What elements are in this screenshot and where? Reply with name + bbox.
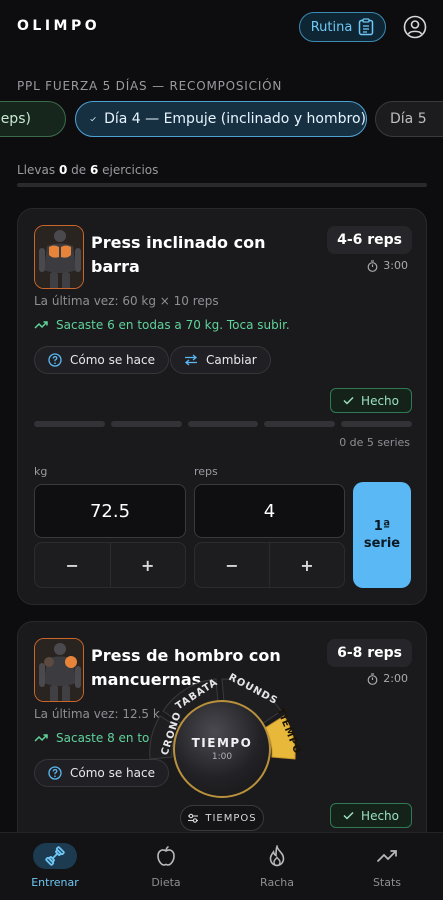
progress-middle: de — [71, 163, 87, 177]
program-title: PPL FUERZA 5 DÍAS — RECOMPOSICIÓN — [17, 79, 283, 93]
timers-menu-button[interactable]: TIEMPOS — [180, 805, 264, 831]
reps-badge: 4-6 reps — [327, 226, 412, 254]
routine-button-label: Rutina — [310, 19, 353, 35]
muscle-chest-icon — [34, 225, 84, 289]
stopwatch-icon — [367, 672, 378, 685]
sliders-icon — [188, 813, 199, 823]
kg-label: kg — [34, 465, 48, 478]
exercise-name: Press inclinado con barra — [91, 233, 266, 276]
serie-number: 1ª — [373, 519, 391, 534]
day-tabs: ceps) Día 4 — Empuje (inclinado y hombro… — [0, 101, 443, 139]
workout-progress-bar — [17, 183, 427, 187]
timer-time: 1:00 — [211, 752, 233, 762]
mark-done-button[interactable]: Hecho — [330, 803, 412, 828]
mark-done-button[interactable]: Hecho — [330, 388, 412, 413]
bottom-navigation: Entrenar Dieta Racha Stats — [0, 832, 443, 900]
reps-increase-button[interactable]: + — [269, 543, 344, 587]
check-icon — [343, 811, 354, 820]
reps-badge: 6-8 reps — [327, 639, 412, 667]
progression-hint: Sacaste 6 en todas a 70 kg. Toca subir. — [34, 318, 290, 332]
swap-icon — [184, 354, 198, 366]
nav-label: Stats — [372, 876, 402, 889]
rest-time-value: 2:00 — [383, 672, 408, 685]
progress-total: 6 — [89, 163, 99, 177]
user-circle-icon[interactable] — [403, 15, 427, 39]
series-progress — [34, 421, 412, 427]
tab-day-5[interactable]: Día 5 — [375, 101, 443, 137]
nav-item-stats[interactable]: Stats — [342, 843, 432, 889]
serie-label: serie — [363, 536, 401, 551]
clipboard-icon — [359, 18, 374, 36]
how-to-label: Cómo se hace — [70, 353, 155, 367]
stopwatch-icon — [367, 259, 378, 272]
routine-button[interactable]: Rutina — [299, 12, 386, 42]
series-segment — [341, 421, 412, 427]
trend-up-icon — [34, 321, 48, 329]
series-segment — [110, 421, 182, 427]
tab-label: Día 5 — [390, 111, 427, 127]
apple-icon — [144, 843, 188, 869]
timer-dial-button[interactable]: TIEMPO 1:00 — [173, 700, 271, 798]
swap-label: Cambiar — [206, 353, 257, 367]
progression-hint: Sacaste 8 en to — [34, 731, 149, 745]
kg-input[interactable]: 72.5 — [34, 484, 186, 538]
log-serie-button[interactable]: 1ª serie — [353, 482, 411, 588]
done-label: Hecho — [361, 808, 399, 823]
check-icon — [343, 396, 354, 405]
muscle-shoulder-icon — [34, 638, 84, 702]
tab-day-4[interactable]: Día 4 — Empuje (inclinado y hombro) — [75, 101, 367, 137]
swap-exercise-button[interactable]: Cambiar — [170, 346, 271, 374]
trend-up-icon — [34, 734, 48, 742]
progress-text: Llevas 0 de 6 ejercicios — [17, 163, 158, 177]
progression-hint-text: Sacaste 6 en todas a 70 kg. Toca subir. — [56, 318, 290, 332]
trend-up-icon — [365, 843, 409, 869]
kg-increase-button[interactable]: + — [109, 543, 186, 587]
app-logo: OLIMPO — [17, 18, 101, 34]
tab-label: ceps) — [0, 111, 31, 127]
kg-decrease-button[interactable]: − — [35, 543, 110, 587]
progress-suffix: ejercicios — [102, 163, 159, 177]
series-segment — [264, 421, 336, 427]
nav-label: Racha — [260, 876, 294, 889]
reps-input[interactable]: 4 — [194, 484, 345, 538]
rest-time-value: 3:00 — [383, 259, 408, 272]
nav-label: Dieta — [151, 876, 181, 889]
series-segment — [187, 421, 259, 427]
rest-time: 3:00 — [367, 259, 408, 272]
check-icon — [90, 117, 96, 122]
progression-hint-text: Sacaste 8 en to — [56, 731, 150, 745]
app-header: OLIMPO Rutina — [0, 0, 443, 56]
tab-day-3[interactable]: ceps) — [0, 101, 66, 137]
help-circle-icon — [48, 766, 62, 780]
nav-label: Entrenar — [31, 876, 79, 889]
dumbbell-icon — [33, 843, 77, 869]
reps-stepper: − + — [194, 542, 345, 588]
tab-label: Día 4 — Empuje (inclinado y hombro) — [104, 111, 366, 127]
nav-item-entrenar[interactable]: Entrenar — [10, 843, 100, 889]
how-to-button[interactable]: Cómo se hace — [34, 346, 169, 374]
nav-item-dieta[interactable]: Dieta — [121, 843, 211, 889]
done-label: Hecho — [361, 393, 399, 408]
reps-decrease-button[interactable]: − — [195, 543, 269, 587]
progress-done: 0 — [58, 163, 68, 177]
progress-prefix: Llevas — [17, 163, 56, 177]
last-time: La última vez: 60 kg × 10 reps — [34, 294, 219, 308]
series-segment — [34, 421, 105, 427]
reps-label: reps — [194, 465, 218, 478]
exercise-name-line1: Press de hombro con — [91, 646, 281, 665]
kg-stepper: − + — [34, 542, 186, 588]
timer-title: TIEMPO — [191, 736, 253, 750]
help-circle-icon — [48, 353, 62, 367]
exercise-card: Press inclinado con barra 4-6 reps 3:00 … — [17, 208, 427, 605]
nav-item-racha[interactable]: Racha — [232, 843, 322, 889]
series-count: 0 de 5 series — [339, 436, 410, 449]
timers-menu-label: TIEMPOS — [205, 812, 257, 824]
flame-icon — [255, 843, 299, 869]
rest-time: 2:00 — [367, 672, 408, 685]
